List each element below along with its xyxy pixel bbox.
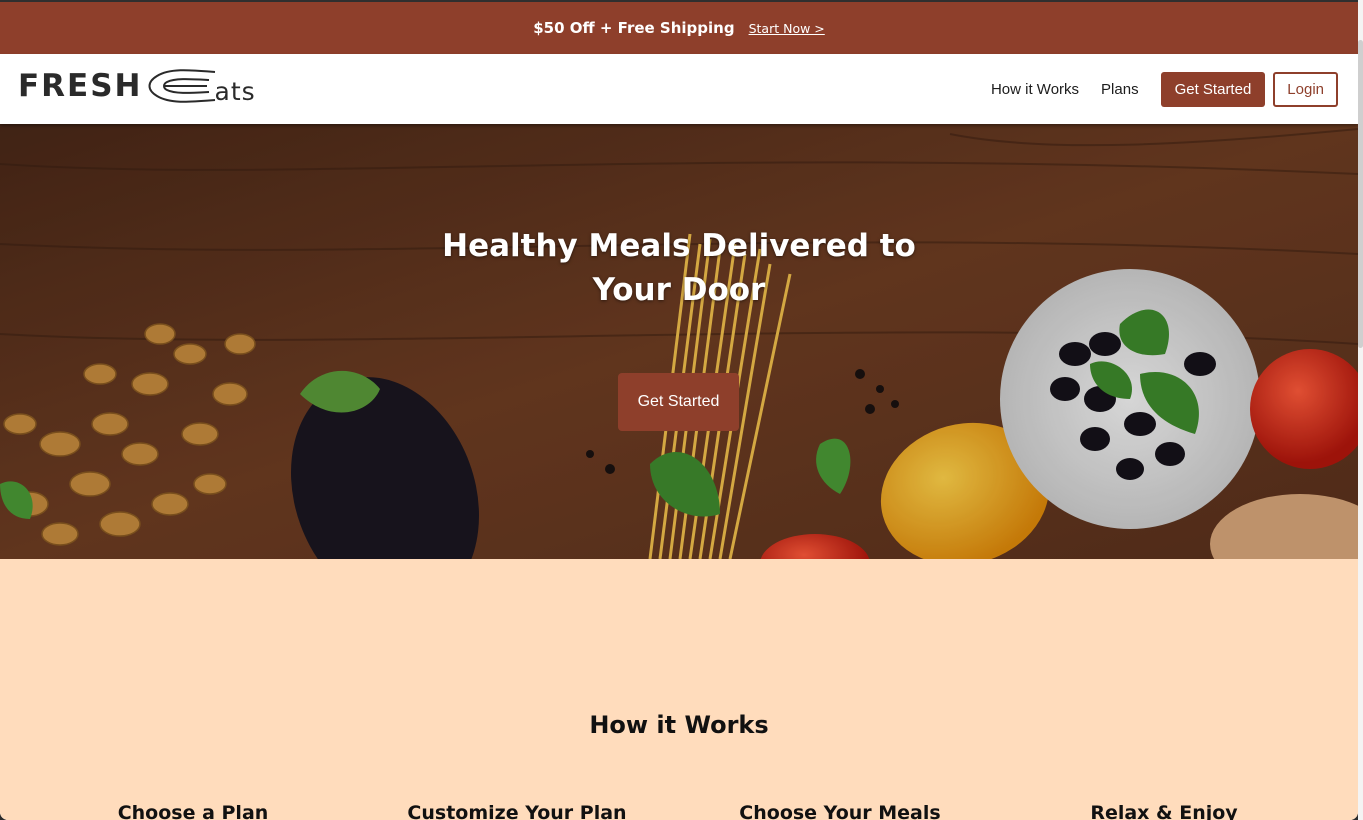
nav-how-it-works[interactable]: How it Works (991, 81, 1079, 98)
hero-food-image (0, 124, 1358, 559)
hero-get-started-button[interactable]: Get Started (618, 373, 739, 431)
hero-section: Healthy Meals Delivered to Your Door Get… (0, 124, 1358, 559)
hero-heading: Healthy Meals Delivered to Your Door (442, 228, 916, 308)
step-choose-plan: Choose a Plan (117, 802, 269, 820)
scrollbar-thumb[interactable] (1358, 40, 1363, 348)
logo-fresh-text: FRESH (18, 68, 143, 104)
step-choose-meals: Choose Your Meals (739, 802, 941, 820)
site-header: FRESH ats How it Works Plans Get Started… (0, 54, 1358, 124)
fresh-eats-logo[interactable]: FRESH ats (18, 66, 256, 106)
promo-text: $50 Off + Free Shipping (533, 19, 735, 37)
how-it-works-heading: How it Works (589, 711, 769, 739)
fork-e-logo-icon (148, 69, 215, 103)
step-customize-plan: Customize Your Plan (407, 802, 627, 820)
main-nav: How it Works Plans Get Started Login (991, 72, 1338, 107)
start-now-link[interactable]: Start Now > (749, 21, 825, 36)
page-scrollbar[interactable] (1358, 0, 1363, 820)
promo-banner: $50 Off + Free Shipping Start Now > (0, 0, 1358, 54)
header-get-started-button[interactable]: Get Started (1160, 72, 1266, 107)
step-relax-enjoy: Relax & Enjoy (1090, 802, 1238, 820)
how-it-works-section: How it Works Choose a Plan Customize You… (0, 559, 1358, 820)
nav-plans[interactable]: Plans (1101, 81, 1139, 98)
logo-ats-text: ats (214, 76, 256, 106)
login-button[interactable]: Login (1273, 72, 1338, 107)
page: $50 Off + Free Shipping Start Now > FRES… (0, 0, 1358, 820)
